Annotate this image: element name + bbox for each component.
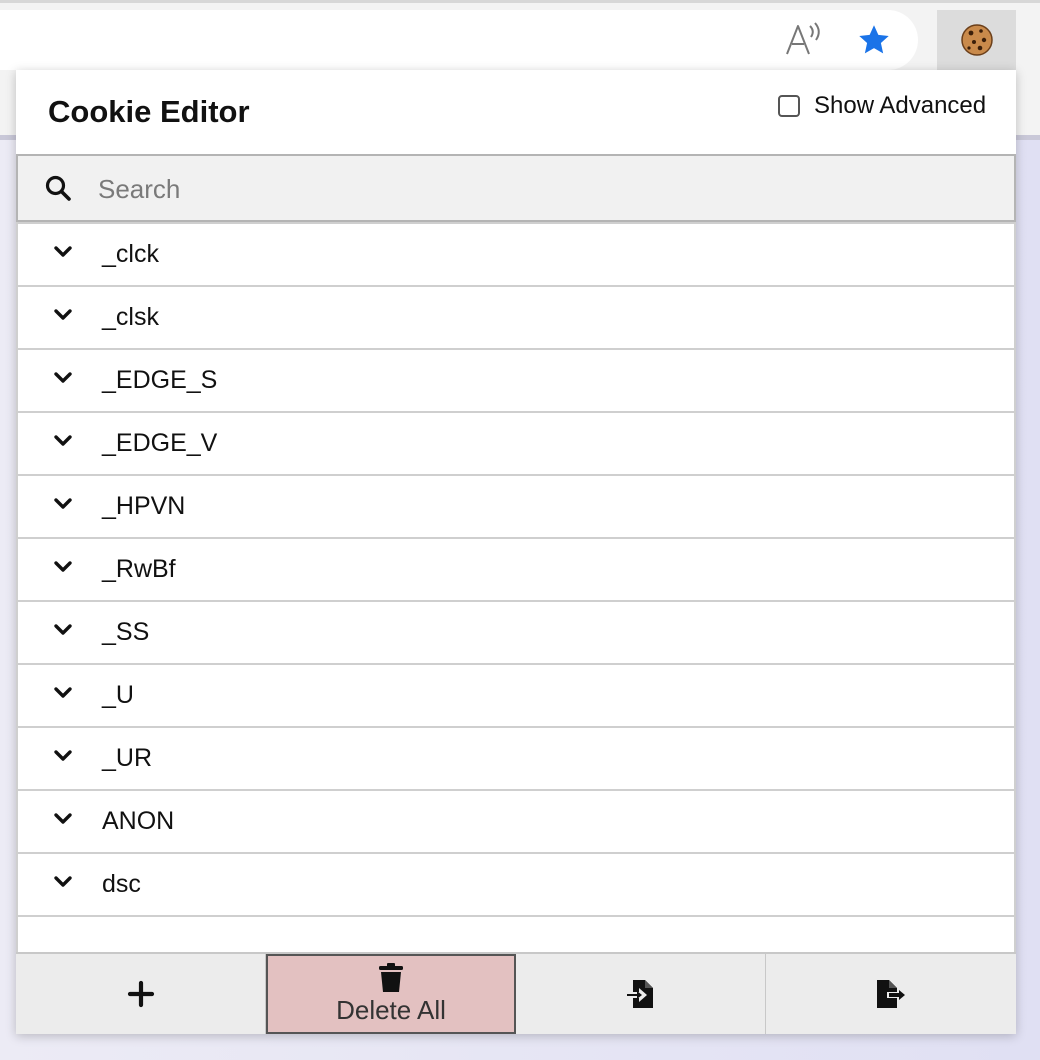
cookie-row[interactable]: _clck [16,222,1016,287]
popup-title: Cookie Editor [48,94,250,129]
popup-footer: Delete All [16,952,1016,1034]
cookie-name: _UR [102,744,153,772]
cookie-name: _clsk [102,303,159,331]
chevron-down-icon [54,246,72,257]
cookie-name: _EDGE_S [102,366,218,394]
search-icon [45,175,71,201]
cookie-row[interactable]: dsc [16,852,1016,917]
toolbar-top-border [0,0,1040,3]
chevron-down-icon [54,498,72,509]
chevron-down-icon [54,687,72,698]
favorite-star-icon[interactable] [856,22,892,58]
chevron-down-icon [54,750,72,761]
chevron-down-icon [54,309,72,320]
read-aloud-icon[interactable] [784,22,824,58]
export-file-icon [877,980,905,1008]
address-bar[interactable] [0,10,918,70]
search-input[interactable] [96,168,1000,210]
cookie-row[interactable]: _UR [16,726,1016,791]
cookie-name: _clck [102,240,159,268]
export-button[interactable] [766,954,1016,1034]
cookie-row[interactable]: _EDGE_S [16,348,1016,413]
chevron-down-icon [54,876,72,887]
popup-header: Cookie Editor Show Advanced [16,70,1016,154]
show-advanced-toggle[interactable]: Show Advanced [778,92,986,120]
import-button[interactable] [516,954,766,1034]
cookie-extension-button[interactable] [937,10,1016,70]
cookie-name: ANON [102,807,175,835]
search-bar [16,154,1016,222]
cookie-name: _RwBf [102,555,176,583]
trash-icon [379,962,403,992]
show-advanced-checkbox[interactable] [778,95,800,117]
delete-all-label: Delete All [336,994,446,1025]
cookie-name: dsc [102,870,141,898]
cookie-row[interactable]: _RwBf [16,537,1016,602]
chevron-down-icon [54,435,72,446]
import-file-icon [626,980,653,1008]
chevron-down-icon [54,813,72,824]
cookie-row[interactable]: _SS [16,600,1016,665]
cookie-name: _U [102,681,134,709]
cookie-editor-popup: Cookie Editor Show Advanced _clck _clsk … [16,70,1016,1034]
cookie-row[interactable]: _HPVN [16,474,1016,539]
chevron-down-icon [54,624,72,635]
cookie-row[interactable]: _EDGE_V [16,411,1016,476]
cookie-extension-icon [960,24,993,56]
cookie-row[interactable]: _clsk [16,285,1016,350]
cookie-row[interactable]: ANON [16,789,1016,854]
add-cookie-button[interactable] [16,954,266,1034]
cookie-list: _clck _clsk _EDGE_S _EDGE_V _HPVN _RwBf … [16,222,1016,952]
cookie-row[interactable] [16,915,1016,952]
plus-icon [127,980,154,1008]
cookie-name: _SS [102,618,150,646]
chevron-down-icon [54,372,72,383]
show-advanced-label: Show Advanced [814,92,987,119]
chevron-down-icon [54,561,72,572]
cookie-name: _HPVN [102,492,186,520]
delete-all-button[interactable]: Delete All [266,954,516,1034]
cookie-name: _EDGE_V [102,429,218,457]
cookie-row[interactable]: _U [16,663,1016,728]
